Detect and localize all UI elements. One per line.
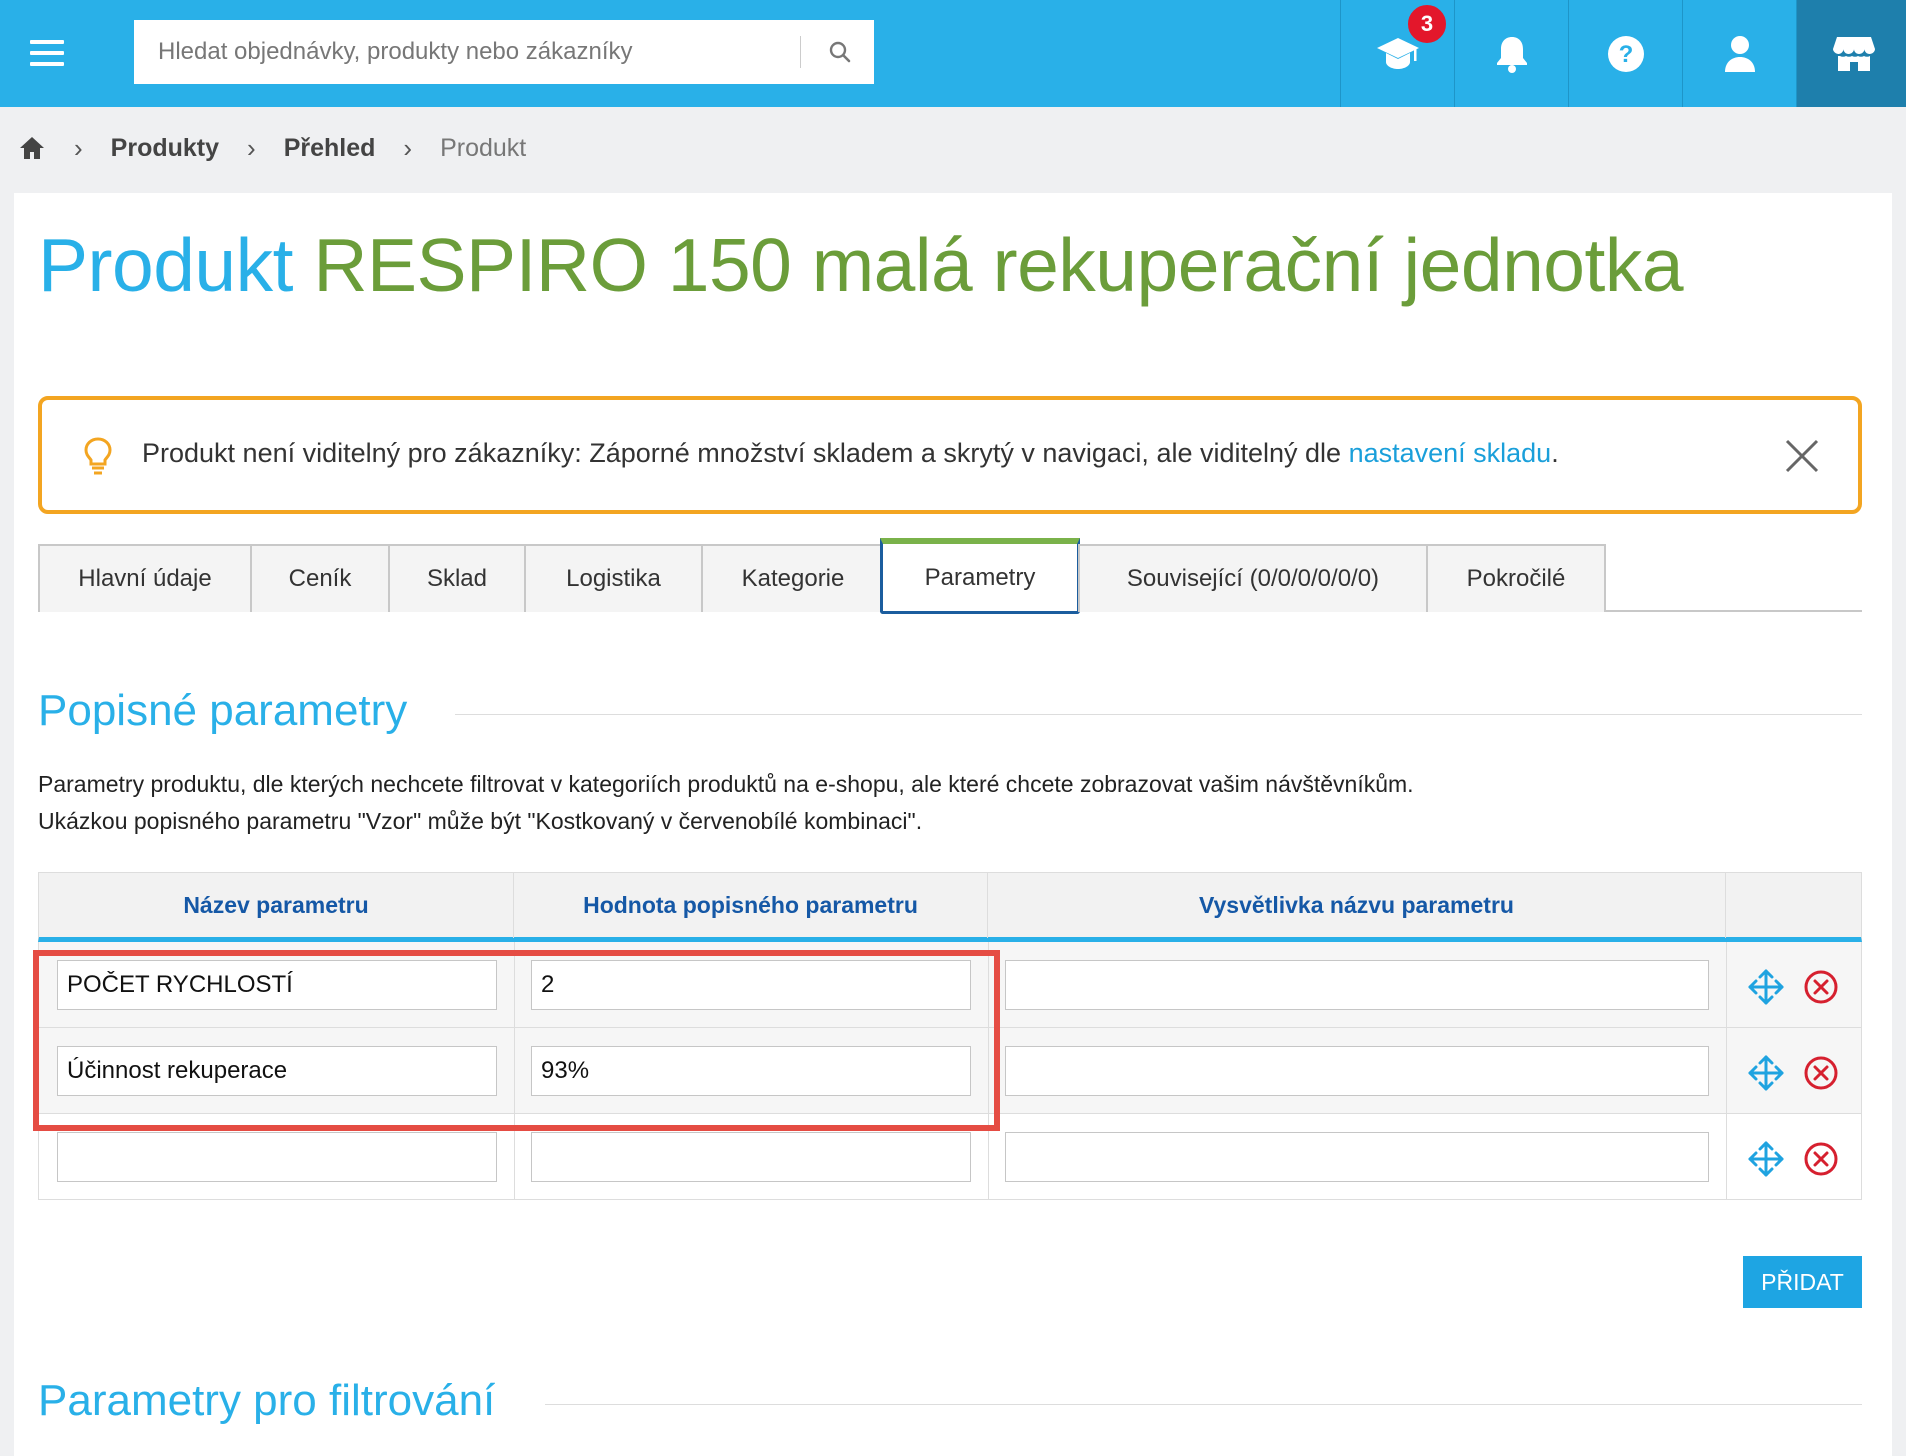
notice-suffix: .	[1551, 438, 1559, 468]
section-title-filtering: Parametry pro filtrování	[38, 1376, 496, 1425]
search-input[interactable]	[134, 20, 800, 84]
help-icon: ?	[1607, 35, 1644, 72]
param-value-input[interactable]	[531, 960, 971, 1010]
breadcrumb-link-overview[interactable]: Přehled	[284, 134, 376, 163]
move-icon[interactable]	[1747, 1054, 1785, 1092]
tab-logistics[interactable]: Logistika	[524, 544, 703, 612]
table-header: Název parametru Hodnota popisného parame…	[38, 872, 1862, 942]
product-name: RESPIRO 150 malá rekuperační jednotka	[313, 223, 1684, 307]
product-tabs: Hlavní údaje Ceník Sklad Logistika Kateg…	[38, 538, 1862, 614]
delete-icon[interactable]	[1803, 1141, 1839, 1177]
column-header-name: Název parametru	[39, 873, 514, 938]
param-name-input[interactable]	[57, 1132, 497, 1182]
home-icon[interactable]	[18, 134, 46, 162]
section-description: Parametry produktu, dle kterých nechcete…	[38, 766, 1414, 840]
column-header-value: Hodnota popisného parametru	[514, 873, 988, 938]
notice-message: Produkt není viditelný pro zákazníky: Zá…	[142, 438, 1349, 468]
section-divider	[455, 714, 1862, 715]
help-button[interactable]: ?	[1568, 0, 1682, 107]
column-divider	[988, 1028, 989, 1114]
column-divider	[514, 942, 515, 1028]
column-divider	[1726, 1114, 1727, 1200]
param-name-input[interactable]	[57, 1046, 497, 1096]
breadcrumb-link-products[interactable]: Produkty	[111, 134, 219, 163]
chevron-right-icon: ›	[74, 132, 83, 163]
visibility-notice: Produkt není viditelný pro zákazníky: Zá…	[38, 396, 1862, 514]
table-row	[38, 942, 1862, 1028]
top-bar: 3 ?	[0, 0, 1906, 107]
page-title: Produkt RESPIRO 150 malá rekuperační jed…	[38, 222, 1684, 308]
search-separator	[800, 36, 801, 68]
page-title-prefix: Produkt	[38, 223, 293, 307]
user-button[interactable]	[1682, 0, 1796, 107]
close-icon[interactable]	[1784, 438, 1820, 474]
param-note-input[interactable]	[1005, 1046, 1709, 1096]
table-row	[38, 1114, 1862, 1200]
notice-text: Produkt není viditelný pro zákazníky: Zá…	[142, 438, 1559, 469]
search-box	[134, 20, 874, 84]
notifications-button[interactable]	[1454, 0, 1568, 107]
svg-text:?: ?	[1618, 41, 1633, 68]
param-value-input[interactable]	[531, 1132, 971, 1182]
store-button[interactable]	[1796, 0, 1906, 107]
delete-icon[interactable]	[1803, 1055, 1839, 1091]
tab-categories[interactable]: Kategorie	[701, 544, 885, 612]
column-divider	[988, 942, 989, 1028]
table-row	[38, 1028, 1862, 1114]
user-icon	[1724, 35, 1755, 72]
search-button[interactable]	[806, 20, 874, 84]
store-icon	[1832, 36, 1875, 71]
tab-parameters[interactable]: Parametry	[880, 538, 1080, 614]
column-divider	[514, 1114, 515, 1200]
breadcrumb-current: Produkt	[440, 133, 527, 162]
column-divider	[1726, 942, 1727, 1028]
chevron-right-icon: ›	[403, 132, 413, 163]
move-icon[interactable]	[1747, 1140, 1785, 1178]
column-header-note: Vysvětlivka názvu parametru	[988, 873, 1726, 938]
add-parameter-button[interactable]: PŘIDAT	[1743, 1256, 1862, 1308]
delete-icon[interactable]	[1803, 969, 1839, 1005]
tab-pricelist[interactable]: Ceník	[250, 544, 390, 612]
section-title-descriptive: Popisné parametry	[38, 686, 408, 735]
search-icon	[829, 41, 851, 63]
warehouse-settings-link[interactable]: nastavení skladu	[1349, 438, 1552, 468]
bell-icon	[1496, 36, 1527, 73]
param-note-input[interactable]	[1005, 1132, 1709, 1182]
notification-badge: 3	[1405, 2, 1449, 46]
menu-icon[interactable]	[30, 40, 64, 66]
tab-stock[interactable]: Sklad	[388, 544, 526, 612]
tab-related[interactable]: Související (0/0/0/0/0/0)	[1078, 544, 1428, 612]
breadcrumb: › Produkty › Přehled › Produkt	[18, 128, 526, 168]
chevron-right-icon: ›	[247, 132, 256, 163]
lightbulb-icon	[84, 437, 112, 475]
description-line-1: Parametry produktu, dle kterých nechcete…	[38, 771, 1414, 797]
move-icon[interactable]	[1747, 968, 1785, 1006]
param-value-input[interactable]	[531, 1046, 971, 1096]
param-name-input[interactable]	[57, 960, 497, 1010]
tab-main-info[interactable]: Hlavní údaje	[38, 544, 252, 612]
description-line-2: Ukázkou popisného parametru "Vzor" může …	[38, 808, 923, 834]
column-divider	[988, 1114, 989, 1200]
tab-advanced[interactable]: Pokročilé	[1426, 544, 1606, 612]
column-divider	[1726, 1028, 1727, 1114]
param-note-input[interactable]	[1005, 960, 1709, 1010]
column-divider	[514, 1028, 515, 1114]
section-divider	[545, 1404, 1862, 1405]
